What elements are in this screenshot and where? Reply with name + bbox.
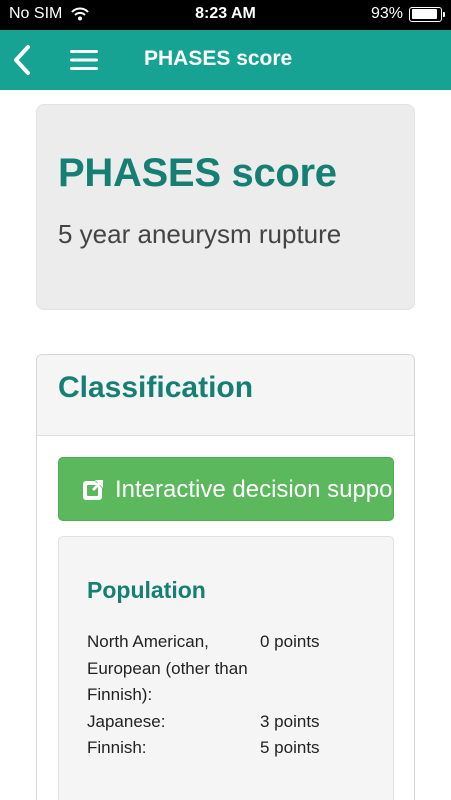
population-label: Finnish: xyxy=(87,738,147,757)
battery-icon xyxy=(409,6,445,22)
header-panel: PHASES score 5 year aneurysm rupture xyxy=(36,104,415,310)
hamburger-menu-icon xyxy=(70,50,98,70)
interactive-decision-support-button[interactable]: Interactive decision support xyxy=(58,457,394,521)
population-list: North American, European (other than Fin… xyxy=(87,629,377,762)
battery-fill xyxy=(411,9,437,19)
classification-panel: Classification Interactive decision supp… xyxy=(36,354,415,800)
population-label: Japanese: xyxy=(87,711,166,731)
page-title: PHASES score xyxy=(58,151,337,195)
external-link-icon xyxy=(82,477,106,501)
status-bar: No SIM 8:23 AM 93% xyxy=(0,0,451,30)
classification-title: Classification xyxy=(58,371,254,404)
population-row: Japanese: 3 points xyxy=(87,709,377,736)
battery-cap xyxy=(443,11,445,17)
population-card: Population North American, European (oth… xyxy=(58,536,394,800)
population-row: Finnish: 5 points xyxy=(87,735,377,762)
population-points: 3 points xyxy=(260,711,320,731)
battery-percent: 93% xyxy=(370,5,403,22)
classification-header: Classification xyxy=(37,355,414,436)
population-label: North American, European (other than Fin… xyxy=(87,632,248,704)
back-button[interactable] xyxy=(8,42,38,78)
population-title: Population xyxy=(87,577,206,603)
population-points: 5 points xyxy=(260,738,320,757)
population-points: 0 points xyxy=(260,632,320,651)
chevron-left-icon xyxy=(14,45,30,75)
status-right: 93% xyxy=(370,5,445,23)
nav-bar: PHASES score xyxy=(0,30,451,90)
page-subtitle: 5 year aneurysm rupture xyxy=(58,219,342,249)
nav-title: PHASES score xyxy=(144,47,293,70)
population-row: North American, European (other than Fin… xyxy=(87,629,377,709)
decision-button-label: Interactive decision support xyxy=(115,476,394,503)
menu-button[interactable] xyxy=(68,46,100,74)
